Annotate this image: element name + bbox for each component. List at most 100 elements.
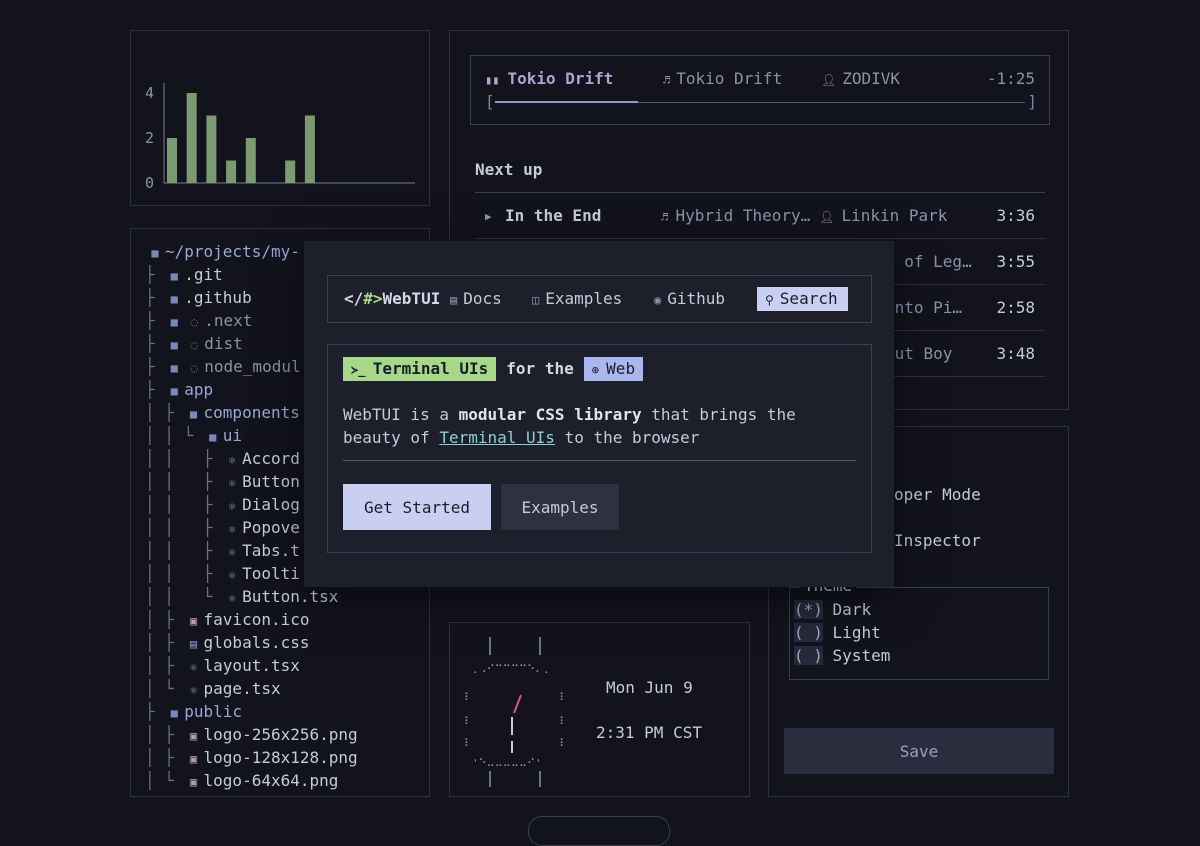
tree-item-name: ui xyxy=(222,426,243,445)
bottom-toolbar[interactable] xyxy=(528,816,670,846)
chart-bar xyxy=(167,138,177,183)
watch-icon: .⠠⠊⠉⠉⠉⠉⠑⠄. ⠇ ⠸ ⠇ ⠸ ⠇ ⠸ '⠑⠤⠤⠤⠤⠤⠊' xyxy=(464,637,564,787)
progress-bracket-right: ] xyxy=(1027,92,1037,111)
theme-option-light[interactable]: ( ) Light xyxy=(794,621,881,644)
tree-guide: ├ xyxy=(145,702,165,721)
react-icon: ⚛ xyxy=(228,591,236,605)
logo-hash: #> xyxy=(363,289,383,308)
radio-mark[interactable]: ( ) xyxy=(794,623,823,642)
radio-mark[interactable]: ( ) xyxy=(794,646,823,665)
chart-bar xyxy=(304,115,315,183)
svg-text:⠇: ⠇ xyxy=(464,715,472,728)
developer-mode-option[interactable]: oper Mode xyxy=(894,484,981,506)
user-icon: 👤︎ xyxy=(819,210,842,224)
theme-radio-group: Theme (*) Dark ( ) Light ( ) System xyxy=(789,576,1049,680)
theme-option-dark[interactable]: (*) Dark xyxy=(794,598,871,621)
tree-item[interactable]: ├ ■ ◌ dist xyxy=(145,332,243,355)
react-icon: ⚛ xyxy=(228,568,236,582)
pause-icon[interactable]: ▮▮ xyxy=(485,73,499,87)
react-icon: ⚛ xyxy=(228,499,236,513)
progress-bar[interactable]: [ ] xyxy=(485,92,1037,112)
tree-item-name: Button.tsx xyxy=(242,587,339,606)
tree-item-name: logo-256x256.png xyxy=(203,725,358,744)
tree-item-name: ~/projects/my- xyxy=(165,242,300,261)
react-icon: ⚛ xyxy=(189,683,198,697)
folder-icon: ■ xyxy=(170,292,178,306)
search-label: Search xyxy=(779,289,838,308)
ignored-icon: ◌ xyxy=(190,315,198,329)
tree-item-name: Toolti xyxy=(242,564,300,583)
music-note-icon: ♬ xyxy=(663,73,671,87)
tree-item[interactable]: │ └ ▣ logo-64x64.png xyxy=(145,769,338,792)
nav-docs[interactable]: ▤ Docs xyxy=(450,288,502,311)
user-icon: 👤︎ xyxy=(821,73,837,87)
tree-item-name: Accord xyxy=(242,449,300,468)
tree-guide: │ │ ├ xyxy=(145,495,223,514)
svg-text:⠸: ⠸ xyxy=(556,691,564,704)
tree-item[interactable]: ├ ■ .git xyxy=(145,263,223,286)
theme-option-system[interactable]: ( ) System xyxy=(794,644,890,667)
webtui-logo[interactable]: </#>WebTUI xyxy=(344,288,440,310)
nav-examples[interactable]: ◫ Examples xyxy=(532,288,622,311)
save-button[interactable]: Save xyxy=(784,728,1054,774)
tree-item[interactable]: │ │ └ ⚛ Button.tsx xyxy=(145,585,338,608)
svg-text:⠇: ⠇ xyxy=(464,691,472,704)
chart-bar xyxy=(186,93,197,183)
tree-item[interactable]: │ │ ├ ⚛ Tabs.t xyxy=(145,539,300,562)
tree-item[interactable]: │ │ ├ ⚛ Dialog xyxy=(145,493,300,516)
tree-guide: │ ├ xyxy=(145,656,184,675)
react-icon: ⚛ xyxy=(189,660,198,674)
web-badge: ⊕ Web xyxy=(583,357,644,381)
tree-item[interactable]: │ ├ ▣ logo-128x128.png xyxy=(145,746,358,769)
bar-chart-panel: 0 2 4 xyxy=(130,30,430,206)
tree-guide: │ │ ├ xyxy=(145,564,223,583)
play-icon[interactable]: ▶ xyxy=(485,206,492,228)
tree-item[interactable]: │ ├ ▣ favicon.ico xyxy=(145,608,310,631)
tree-item[interactable]: │ └ ⚛ page.tsx xyxy=(145,677,281,700)
radio-mark[interactable]: (*) xyxy=(794,600,823,619)
queue-album-text: Hybrid Theory… xyxy=(675,206,811,225)
tree-item[interactable]: │ │ ├ ⚛ Popove xyxy=(145,516,300,539)
tree-item[interactable]: ├ ■ app xyxy=(145,378,213,401)
radio-label: Light xyxy=(832,623,881,642)
queue-duration: 3:36 xyxy=(996,206,1035,225)
react-icon: ⚛ xyxy=(228,476,236,490)
tree-item[interactable]: │ ├ ▣ logo-256x256.png xyxy=(145,723,358,746)
tree-item-name: logo-64x64.png xyxy=(203,771,339,790)
tree-item[interactable]: │ ├ ⚛ layout.tsx xyxy=(145,654,300,677)
next-up-label: Next up xyxy=(475,160,543,179)
queue-artist-text: Linkin Park xyxy=(841,206,948,225)
tree-item[interactable]: ├ ■ public xyxy=(145,700,242,723)
tree-item[interactable]: ├ ■ ◌ .next xyxy=(145,309,252,332)
tree-item[interactable]: │ ├ ■ components xyxy=(145,401,300,424)
radio-label: Dark xyxy=(832,600,872,619)
tree-item[interactable]: ■ ~/projects/my- xyxy=(145,240,300,263)
terminal-uis-link[interactable]: Terminal UIs xyxy=(439,428,555,447)
img-icon: ▣ xyxy=(189,775,198,789)
tree-item[interactable]: │ │ ├ ⚛ Button xyxy=(145,470,300,493)
chart-bar xyxy=(206,115,217,183)
tree-item[interactable]: │ ├ ▤ globals.css xyxy=(145,631,310,654)
inspector-option[interactable]: Inspector xyxy=(894,530,981,552)
progress-bracket-left: [ xyxy=(485,92,495,111)
tree-item-name: .git xyxy=(184,265,223,284)
tree-guide: │ ├ xyxy=(145,748,184,767)
tree-guide: │ └ xyxy=(145,771,184,790)
get-started-button[interactable]: Get Started xyxy=(343,484,491,530)
globe-icon: ⊕ xyxy=(591,363,607,377)
nav-github[interactable]: ◉ Github xyxy=(654,288,725,311)
search-button[interactable]: ⚲ Search xyxy=(757,287,848,311)
queue-row[interactable]: ▶ In the End ♬ Hybrid Theory… 👤︎ Linkin Par… xyxy=(475,193,1045,239)
tree-item[interactable]: │ │ ├ ⚛ Accord xyxy=(145,447,300,470)
tree-guide: │ ├ xyxy=(145,633,184,652)
examples-button[interactable]: Examples xyxy=(501,484,619,530)
tree-guide: ├ xyxy=(145,357,165,376)
terminal-badge-label: Terminal UIs xyxy=(372,359,489,378)
tree-guide: │ │ ├ xyxy=(145,518,223,537)
tree-item[interactable]: │ │ └ ■ ui xyxy=(145,424,242,447)
tree-item[interactable]: ├ ■ .github xyxy=(145,286,252,309)
tree-item[interactable]: ├ ■ ◌ node_modul xyxy=(145,355,301,378)
tree-item[interactable]: │ │ ├ ⚛ Toolti xyxy=(145,562,300,585)
tree-item-name: layout.tsx xyxy=(203,656,300,675)
now-playing-title: ▮▮ Tokio Drift xyxy=(485,68,613,90)
